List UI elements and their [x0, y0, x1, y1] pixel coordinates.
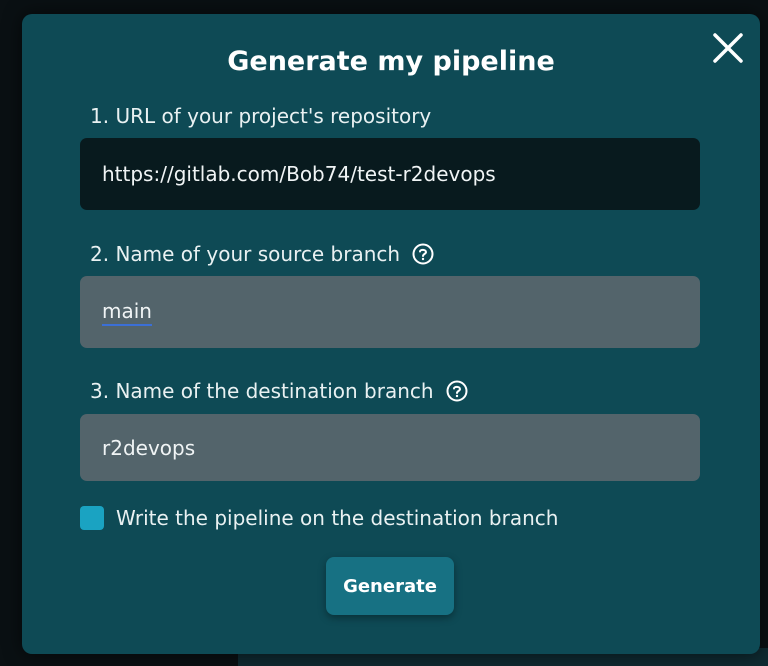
generate-pipeline-dialog: Generate my pipeline 1. URL of your proj… [22, 14, 760, 654]
repository-url-label-text: 1. URL of your project's repository [90, 104, 432, 128]
write-to-destination-checkbox[interactable] [80, 506, 104, 530]
source-branch-label-text: 2. Name of your source branch [90, 242, 401, 266]
destination-branch-label: 3. Name of the destination branch [90, 379, 468, 403]
source-branch-label: 2. Name of your source branch [90, 242, 434, 266]
generate-button[interactable]: Generate [326, 557, 454, 615]
question-circle-icon [412, 243, 434, 265]
destination-branch-label-text: 3. Name of the destination branch [90, 379, 434, 403]
source-branch-input[interactable]: main [80, 276, 700, 348]
write-to-destination-option[interactable]: Write the pipeline on the destination br… [80, 506, 558, 530]
repository-url-input[interactable]: https://gitlab.com/Bob74/test-r2devops [80, 138, 700, 210]
destination-branch-value: r2devops [102, 435, 196, 460]
question-circle-icon [446, 380, 468, 402]
repository-url-label: 1. URL of your project's repository [90, 104, 431, 128]
help-icon[interactable] [412, 243, 434, 265]
source-branch-value: main [102, 299, 152, 326]
help-icon[interactable] [446, 380, 468, 402]
destination-branch-input[interactable]: r2devops [80, 414, 700, 481]
dialog-title: Generate my pipeline [227, 46, 555, 77]
write-to-destination-label: Write the pipeline on the destination br… [116, 506, 559, 530]
repository-url-value: https://gitlab.com/Bob74/test-r2devops [102, 162, 496, 186]
